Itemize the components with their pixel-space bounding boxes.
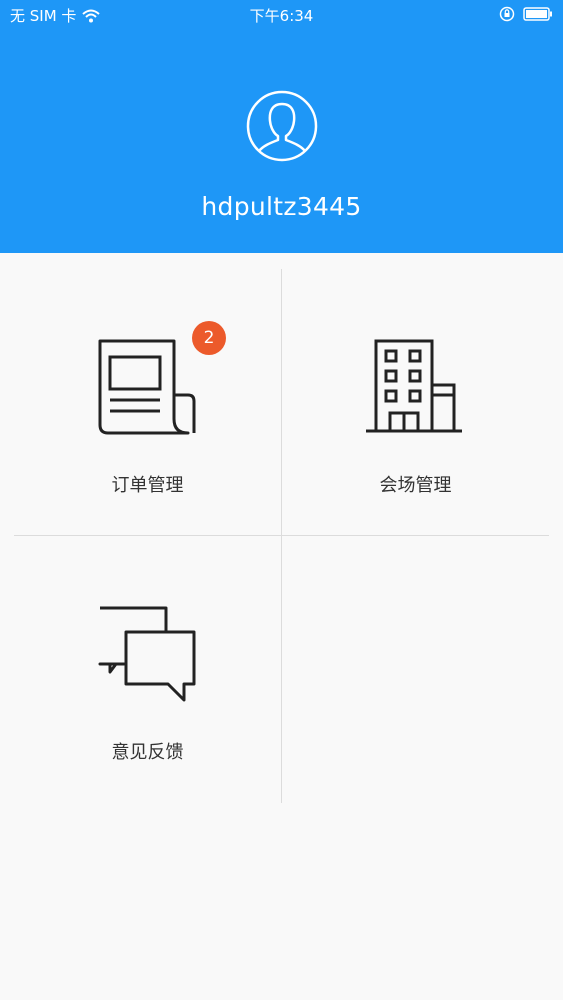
- venues-label: 会场管理: [379, 475, 452, 496]
- menu-grid: 2 订单管理 会场管理 意见反馈: [0, 253, 563, 1000]
- menu-tile-orders[interactable]: 2 订单管理: [14, 269, 281, 535]
- battery-icon: [523, 7, 552, 21]
- status-right: [499, 6, 553, 22]
- feedback-label: 意见反馈: [111, 742, 184, 763]
- status-time: 下午6:34: [249, 7, 314, 25]
- menu-tile-venues[interactable]: 会场管理: [282, 269, 549, 535]
- newspaper-icon: [98, 339, 196, 435]
- orders-badge: 2: [192, 321, 226, 355]
- status-bar: 无 SIM 卡 下午6:34: [0, 0, 563, 30]
- user-avatar-icon[interactable]: [246, 90, 318, 162]
- menu-tile-feedback[interactable]: 意见反馈: [14, 536, 281, 802]
- username: hdpultz3445: [201, 192, 362, 221]
- building-icon: [366, 339, 462, 433]
- orientation-lock-icon: [499, 6, 515, 22]
- orders-label: 订单管理: [111, 475, 184, 496]
- profile-header: 无 SIM 卡 下午6:34 hdpultz3445: [0, 0, 563, 253]
- chat-bubbles-icon: [98, 606, 196, 702]
